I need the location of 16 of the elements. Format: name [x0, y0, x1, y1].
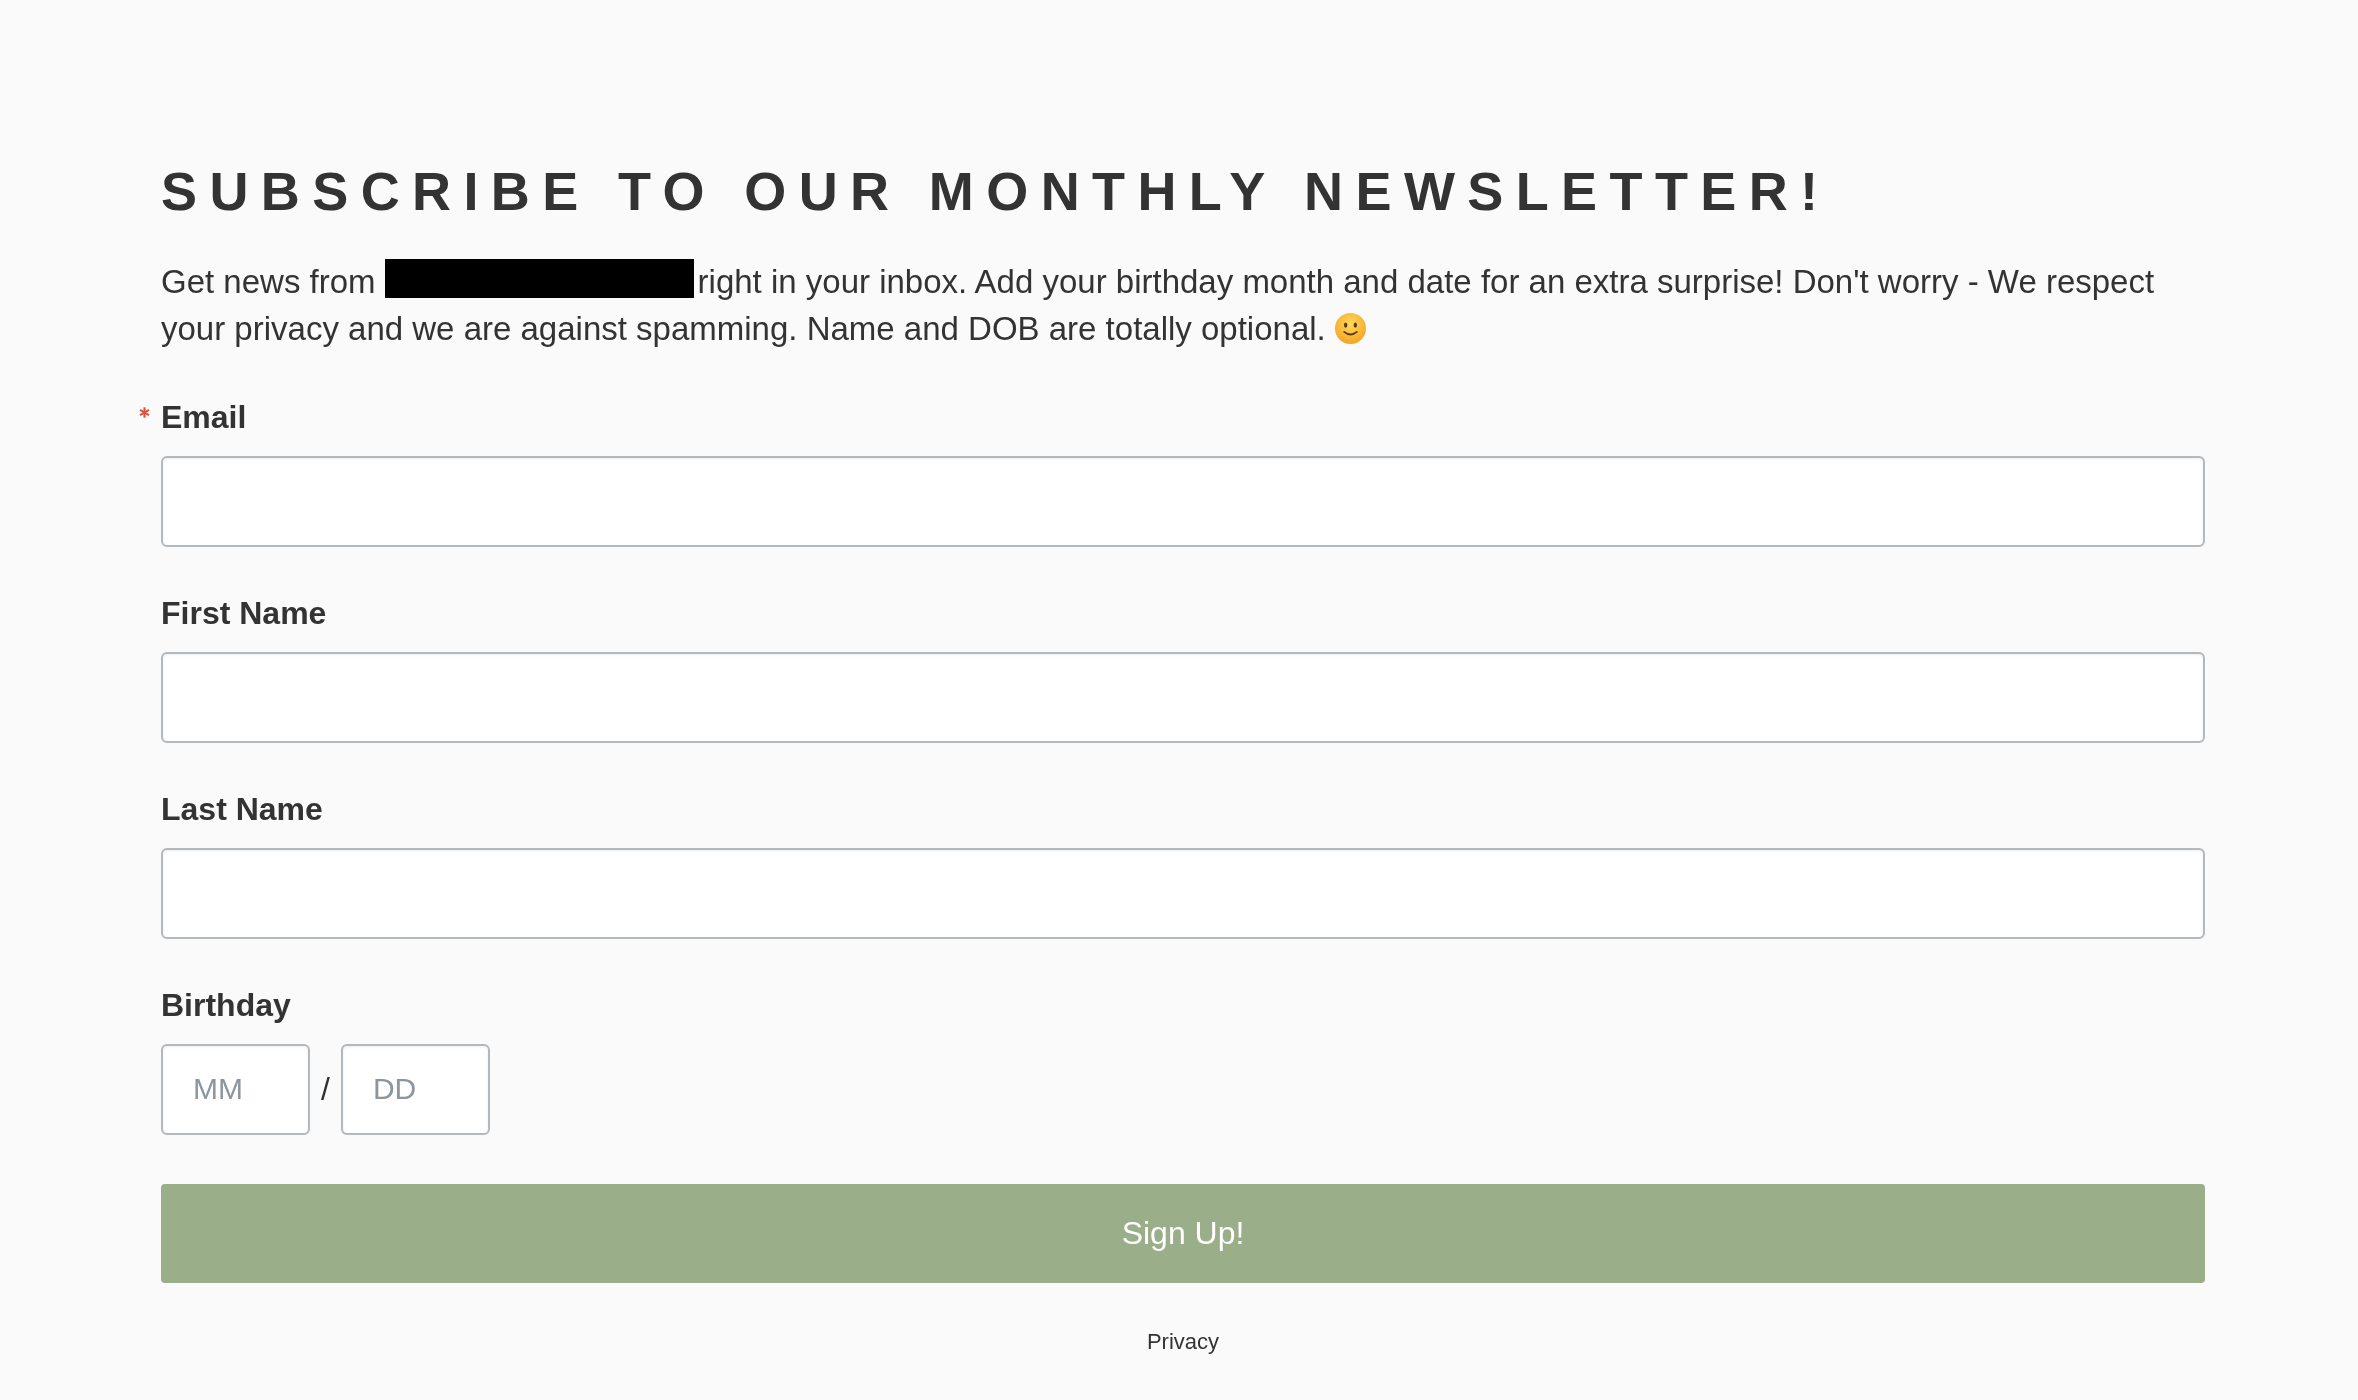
smiley-icon	[1334, 312, 1366, 344]
input-field[interactable]	[161, 651, 2205, 743]
intro-text: Get news from	[161, 262, 376, 300]
input-field[interactable]	[161, 847, 2205, 939]
newsletter-title: SUBSCRIBE TO OUR MONTHLY NEWSLETTER!	[161, 160, 1831, 223]
date-separator: /	[321, 1070, 330, 1109]
field-label: Email	[161, 397, 247, 436]
month-field[interactable]: MM	[161, 1043, 310, 1135]
input-field[interactable]	[161, 455, 2205, 547]
intro-text: right in your inbox. Add your birthday month and date for an extra surprise! Don't worry - We respect	[697, 262, 2155, 300]
day-field[interactable]: DD	[340, 1043, 490, 1135]
intro-text: your privacy and we are against spamming. Name and DOB are totally optional.	[161, 309, 1326, 347]
field-label: Birthday	[161, 985, 291, 1024]
field-label: First Name	[161, 593, 327, 632]
field-label: Last Name	[161, 789, 323, 828]
privacy-link[interactable]: Privacy	[1146, 1328, 1220, 1354]
